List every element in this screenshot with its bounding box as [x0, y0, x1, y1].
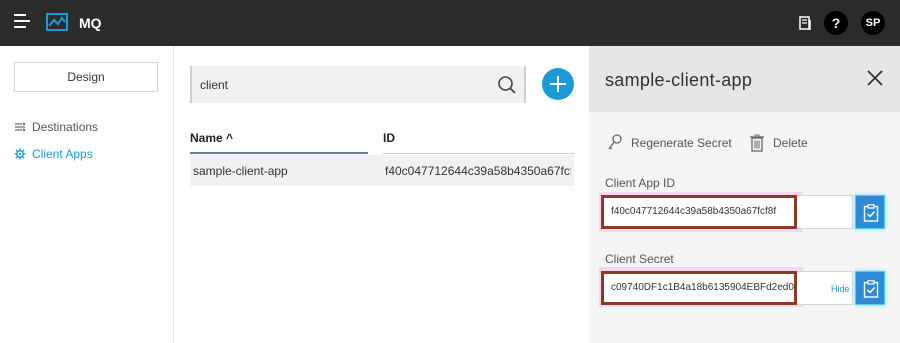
copy-client-app-id-button[interactable]: [855, 195, 885, 229]
delete-label: Delete: [773, 136, 808, 150]
search-divider: [524, 66, 526, 103]
avatar[interactable]: SP: [861, 11, 885, 35]
client-secret-value[interactable]: c09740DF1c1B4a18b6135904EBFd2ed0: [601, 271, 797, 305]
sidebar-item-label: Client Apps: [32, 147, 93, 161]
regenerate-secret-label: Regenerate Secret: [631, 136, 732, 150]
hide-secret-link[interactable]: Hide: [831, 284, 850, 294]
logo-icon: [46, 13, 68, 31]
design-button[interactable]: Design: [14, 62, 158, 92]
search-box: [190, 66, 526, 103]
header-divider: [383, 153, 574, 154]
sidebar-item-client-apps[interactable]: Client Apps: [14, 145, 93, 163]
delete-button[interactable]: Delete: [749, 134, 808, 152]
panel-header: sample-client-app: [589, 46, 900, 112]
close-icon[interactable]: [867, 70, 883, 86]
gear-icon: [14, 148, 26, 160]
sort-indicator-line: [190, 152, 368, 154]
column-header-name[interactable]: Name ^: [190, 131, 233, 145]
documents-icon[interactable]: [798, 14, 814, 32]
cell-id: f40c047712644c39a58b4350a67fcf...: [385, 164, 571, 178]
clipboard-icon: [863, 280, 879, 298]
clipboard-icon: [863, 204, 879, 222]
key-icon: [608, 134, 622, 150]
sidebar-item-destinations[interactable]: Destinations: [14, 118, 98, 136]
panel-title: sample-client-app: [605, 70, 753, 90]
top-bar: MQ ? SP: [0, 0, 900, 46]
brand-name: MQ: [79, 15, 102, 31]
client-app-id-value[interactable]: f40c047712644c39a58b4350a67fcf8f: [601, 195, 797, 229]
copy-client-secret-button[interactable]: [855, 271, 885, 305]
menu-icon[interactable]: [14, 14, 30, 28]
search-icon[interactable]: [497, 75, 517, 95]
client-secret-label: Client Secret: [605, 252, 674, 266]
column-header-id[interactable]: ID: [383, 131, 395, 145]
sidebar-item-label: Destinations: [32, 120, 99, 134]
left-sidebar: Design Destinations Client Apps: [0, 46, 174, 343]
help-button[interactable]: ?: [824, 11, 848, 35]
regenerate-secret-button[interactable]: Regenerate Secret: [607, 134, 732, 152]
search-input[interactable]: [200, 66, 490, 103]
table-row[interactable]: sample-client-app f40c047712644c39a58b43…: [190, 155, 574, 186]
cell-name: sample-client-app: [193, 164, 288, 178]
trash-icon: [750, 134, 764, 152]
add-client-app-button[interactable]: [542, 68, 574, 100]
client-app-id-label: Client App ID: [605, 176, 676, 190]
details-panel: sample-client-app Regenerate Secret Dele…: [589, 46, 900, 343]
destinations-icon: [15, 122, 26, 132]
